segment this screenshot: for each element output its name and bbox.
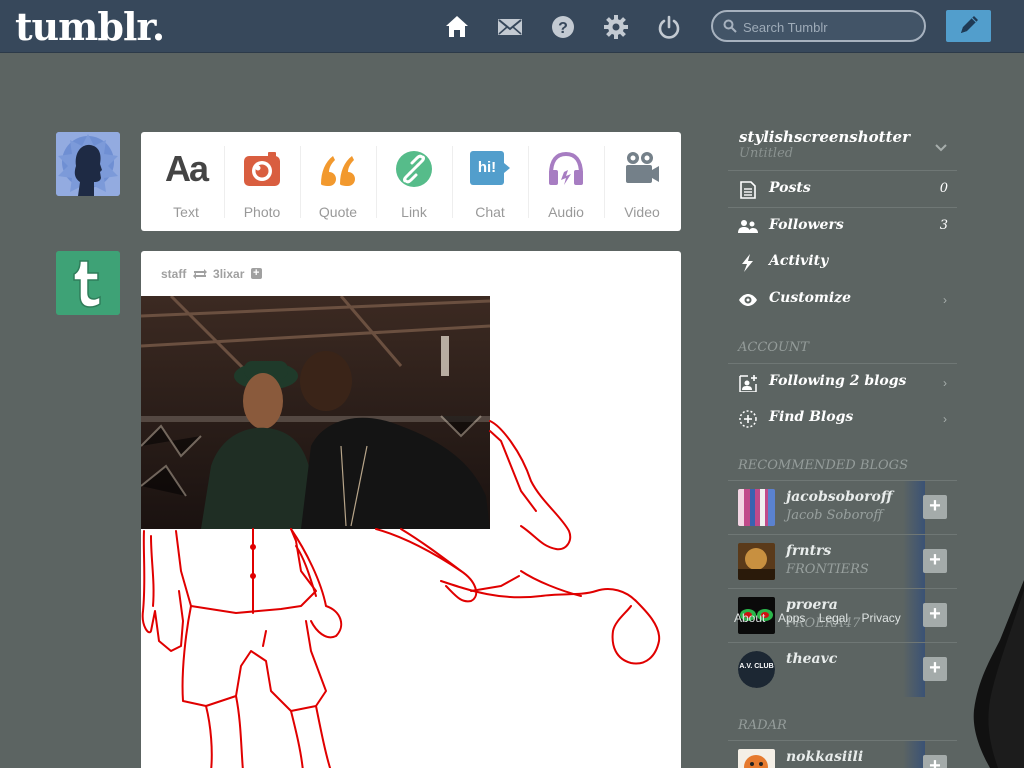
radar-blog-nokkasiili[interactable]: nokkasiili + xyxy=(728,740,957,768)
following-icon xyxy=(739,375,757,392)
post-type-text[interactable]: Aa Text xyxy=(148,142,224,222)
post-type-quote[interactable]: Quote xyxy=(300,142,376,222)
camera-icon xyxy=(244,152,280,186)
follow-button[interactable]: + xyxy=(923,657,947,681)
compose-button[interactable] xyxy=(946,10,991,42)
pencil-icon xyxy=(961,16,978,33)
chevron-right-icon: › xyxy=(943,376,947,390)
sidebar-item-customize[interactable]: Customize › xyxy=(728,281,957,318)
chevron-right-icon: › xyxy=(943,412,947,426)
text-type-icon: Aa xyxy=(164,148,209,189)
mail-icon[interactable] xyxy=(497,14,523,40)
top-navigation-bar: tumblr. ? xyxy=(0,0,1024,53)
post-type-selector: Aa Text Photo Quote Link hi! Chat Audio … xyxy=(141,132,681,231)
posts-count: 0 xyxy=(939,181,948,196)
recommended-header: RECOMMENDED BLOGS xyxy=(738,458,908,473)
blog-avatar xyxy=(738,543,775,580)
compass-icon xyxy=(739,410,757,428)
quote-icon xyxy=(321,156,355,186)
search-icon xyxy=(723,19,737,33)
sidebar-item-following[interactable]: Following 2 blogs › xyxy=(728,363,957,400)
default-avatar-image xyxy=(56,132,120,196)
follow-button[interactable]: + xyxy=(923,495,947,519)
link-icon xyxy=(396,151,432,187)
follow-button[interactable]: + xyxy=(923,603,947,627)
posts-icon xyxy=(740,181,756,199)
footer-link-about[interactable]: About xyxy=(734,611,765,625)
follow-button[interactable]: + xyxy=(923,755,947,768)
recommended-blog-theavc[interactable]: A.V. CLUB theavc + xyxy=(728,642,957,697)
svg-text:?: ? xyxy=(558,20,568,37)
sidebar-item-posts[interactable]: Posts 0 xyxy=(728,170,957,207)
chevron-down-icon xyxy=(935,144,947,152)
blog-avatar xyxy=(738,489,775,526)
power-icon[interactable] xyxy=(656,14,682,40)
post-type-photo[interactable]: Photo xyxy=(224,142,300,222)
red-outline-drawing xyxy=(141,420,661,768)
blog-avatar xyxy=(738,749,775,768)
staff-avatar[interactable] xyxy=(56,251,120,315)
sidebar-item-activity[interactable]: Activity xyxy=(728,244,957,281)
footer-link-legal[interactable]: Legal xyxy=(819,611,848,625)
footer-links: About Apps Legal Privacy xyxy=(734,611,911,625)
post-type-link[interactable]: Link xyxy=(376,142,452,222)
tumblr-t-logo xyxy=(56,251,120,315)
sidebar-item-followers[interactable]: Followers 3 xyxy=(728,207,957,244)
home-icon[interactable] xyxy=(444,14,470,40)
radar-header: RADAR xyxy=(738,718,787,733)
chat-icon: hi! xyxy=(470,151,510,185)
account-header: ACCOUNT xyxy=(738,340,809,355)
tumblr-logo[interactable]: tumblr. xyxy=(15,4,165,49)
followers-icon xyxy=(738,220,758,233)
footer-link-privacy[interactable]: Privacy xyxy=(861,611,900,625)
blog-title: Untitled xyxy=(739,146,794,161)
settings-icon[interactable] xyxy=(603,14,629,40)
radar-preview-image xyxy=(973,580,1024,768)
followers-count: 3 xyxy=(939,218,948,233)
post-type-audio[interactable]: Audio xyxy=(528,142,604,222)
search-box[interactable] xyxy=(711,10,926,42)
recommended-blog-frntrs[interactable]: frntrs FRONTIERS + xyxy=(728,534,957,589)
recommended-blog-jacobsoboroff[interactable]: jacobsoboroff Jacob Soboroff + xyxy=(728,480,957,535)
search-input[interactable] xyxy=(743,18,918,36)
post-type-video[interactable]: Video xyxy=(604,142,680,222)
eye-icon xyxy=(739,294,757,306)
lightning-icon xyxy=(742,254,753,272)
blog-avatar: A.V. CLUB xyxy=(738,651,775,688)
blog-name: stylishscreenshotter xyxy=(739,128,910,146)
sidebar-item-find-blogs[interactable]: Find Blogs › xyxy=(728,400,957,437)
chevron-right-icon: › xyxy=(943,293,947,307)
help-icon[interactable]: ? xyxy=(550,14,576,40)
footer-link-apps[interactable]: Apps xyxy=(778,611,805,625)
user-avatar[interactable] xyxy=(56,132,120,196)
dashboard-post: staff 3lixar + xyxy=(141,251,681,768)
video-camera-icon xyxy=(626,152,659,183)
post-type-chat[interactable]: hi! Chat xyxy=(452,142,528,222)
headphones-icon xyxy=(549,151,583,185)
blog-switcher[interactable]: stylishscreenshotter Untitled xyxy=(728,120,957,170)
follow-button[interactable]: + xyxy=(923,549,947,573)
